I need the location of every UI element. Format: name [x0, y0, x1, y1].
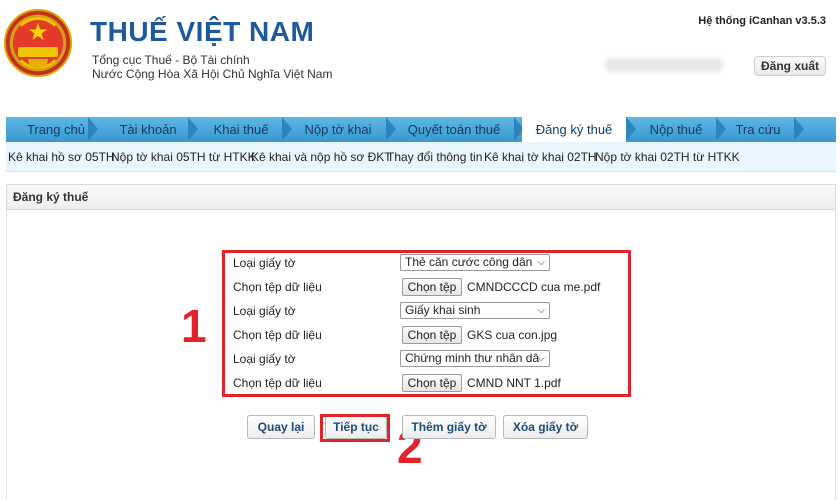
subnav-declare-02th[interactable]: Kê khai tờ khai 02TH [484, 150, 597, 164]
page-header: ★ THUẾ VIỆT NAM Tổng cục Thuế - Bộ Tài c… [0, 0, 840, 110]
choose-file-button-3[interactable]: Chọn tệp [402, 374, 462, 392]
brand-subtitle-ministry: Tổng cục Thuế - Bộ Tài chính [92, 53, 250, 67]
doc-type-label-1: Loại giấy tờ [233, 256, 296, 270]
choose-file-button-1[interactable]: Chọn tệp [402, 278, 462, 296]
file-label-3: Chọn tệp dữ liệu [233, 376, 322, 390]
back-button[interactable]: Quay lại [247, 415, 315, 439]
delete-document-button[interactable]: Xóa giấy tờ [503, 415, 588, 439]
tab-lookup[interactable]: Tra cứu [722, 117, 794, 142]
brand-subtitle-country: Nước Cộng Hòa Xã Hội Chủ Nghĩa Việt Nam [92, 67, 333, 81]
national-emblem-icon: ★ [4, 9, 72, 77]
doc-type-select-2[interactable]: Giấy khai sinh ⌵ [400, 302, 550, 319]
brand-title: THUẾ VIỆT NAM [90, 16, 315, 47]
tab-submit-declaration[interactable]: Nộp tờ khai [288, 117, 388, 142]
doc-type-select-3[interactable]: Chứng minh thư nhân dâ ⌵ [400, 350, 550, 367]
annotation-number-1: 1 [181, 300, 207, 352]
subnav-submit-02th-htkk[interactable]: Nộp tờ khai 02TH từ HTKK [595, 150, 740, 164]
file-name-2: GKS cua con.jpg [467, 328, 558, 342]
subnav-declare-05th[interactable]: Kê khai hồ sơ 05TH [8, 150, 115, 164]
tab-tax-finalization[interactable]: Quyết toán thuế [394, 117, 514, 142]
system-version: Hệ thống iCanhan v3.5.3 [698, 15, 826, 27]
file-name-1: CMNDCCCD cua me.pdf [467, 280, 601, 294]
subnav-submit-05th-htkk[interactable]: Nộp tờ khai 05TH từ HTKK [111, 150, 256, 164]
user-name-redacted [604, 58, 724, 72]
file-label-2: Chọn tệp dữ liệu [233, 328, 322, 342]
choose-file-button-2[interactable]: Chọn tệp [402, 326, 462, 344]
chevron-down-icon: ⌵ [537, 353, 545, 364]
doc-type-select-1[interactable]: Thẻ căn cước công dân ⌵ [400, 254, 550, 271]
sub-nav: Kê khai hồ sơ 05TH Nộp tờ khai 05TH từ H… [6, 142, 836, 172]
tab-declare-tax[interactable]: Khai thuế [198, 117, 284, 142]
add-document-button[interactable]: Thêm giấy tờ [402, 415, 496, 439]
tab-pay-tax[interactable]: Nộp thuế [634, 117, 718, 142]
file-label-1: Chọn tệp dữ liệu [233, 280, 322, 294]
logout-button[interactable]: Đăng xuất [754, 56, 826, 76]
doc-type-label-2: Loại giấy tờ [233, 304, 296, 318]
tab-tax-registration[interactable]: Đăng ký thuế [522, 117, 626, 142]
subnav-change-info[interactable]: Thay đổi thông tin [387, 150, 482, 164]
doc-type-label-3: Loại giấy tờ [233, 352, 296, 366]
main-nav: Trang chủ Tài khoản Khai thuế Nộp tờ kha… [6, 117, 836, 142]
section-title: Đăng ký thuế [6, 184, 836, 210]
chevron-down-icon: ⌵ [537, 305, 545, 316]
file-name-3: CMND NNT 1.pdf [467, 376, 561, 390]
subnav-declare-submit-dkt[interactable]: Kê khai và nộp hồ sơ ĐKT [251, 150, 392, 164]
tab-account[interactable]: Tài khoản [98, 117, 198, 142]
continue-highlight [320, 414, 390, 442]
chevron-down-icon: ⌵ [537, 257, 545, 268]
